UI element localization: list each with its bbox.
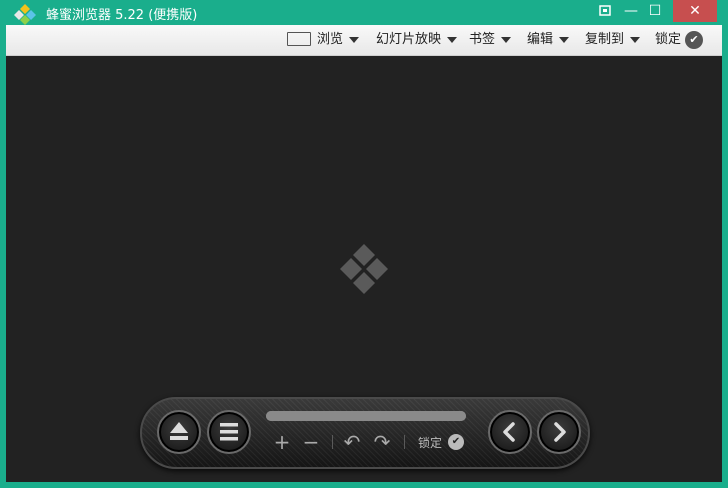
chevron-down-icon (559, 36, 570, 43)
progress-fill (266, 411, 466, 421)
fullscreen-icon (599, 5, 611, 16)
copy-to-menu-label: 复制到 (585, 32, 625, 47)
app-window: 蜂蜜浏览器 5.22 (便携版) — ☐ ✕ 浏览 幻灯片放映 书签 编辑 复制… (0, 0, 728, 488)
zoom-out-icon[interactable]: − (300, 431, 322, 453)
rotate-right-icon[interactable]: ↷ (371, 431, 393, 453)
chevron-down-icon (447, 36, 458, 43)
menu-button[interactable] (207, 410, 251, 454)
edit-menu-label: 编辑 (527, 32, 554, 47)
lock-toggle[interactable]: 锁定 (655, 25, 681, 55)
window-title: 蜂蜜浏览器 5.22 (便携版) (46, 8, 198, 23)
check-icon[interactable]: ✔ (448, 434, 464, 450)
toolbar: 浏览 幻灯片放映 书签 编辑 复制到 锁定 ✔ (6, 25, 722, 56)
previous-button[interactable] (488, 410, 532, 454)
maximize-button[interactable]: ☐ (644, 0, 666, 22)
progress-track[interactable] (266, 411, 466, 421)
bookmarks-menu[interactable]: 书签 (469, 25, 512, 55)
divider (332, 435, 333, 449)
zoom-in-icon[interactable]: + (271, 431, 293, 453)
browse-menu[interactable]: 浏览 (317, 25, 360, 55)
rotate-left-icon[interactable]: ↶ (341, 431, 363, 453)
divider (404, 435, 405, 449)
minimize-icon: — (624, 3, 638, 19)
edit-menu[interactable]: 编辑 (527, 25, 570, 55)
browse-menu-label: 浏览 (317, 32, 344, 47)
chevron-left-icon (503, 422, 515, 442)
close-icon: ✕ (689, 3, 701, 19)
bookmarks-menu-label: 书签 (469, 32, 496, 47)
app-logo-icon (14, 4, 36, 25)
chevron-right-icon (554, 422, 566, 442)
lock-label[interactable]: 锁定 (418, 434, 442, 451)
close-button[interactable]: ✕ (673, 0, 717, 22)
menu-icon (220, 423, 238, 441)
maximize-icon: ☐ (648, 3, 662, 19)
eject-button[interactable] (157, 410, 201, 454)
chevron-down-icon (501, 36, 512, 43)
lock-label: 锁定 (655, 32, 682, 47)
minimize-button[interactable]: — (620, 0, 642, 22)
browse-mode-icon[interactable] (287, 32, 311, 46)
image-viewer[interactable]: + − ↶ ↷ 锁定 ✔ (6, 56, 722, 482)
check-icon[interactable]: ✔ (685, 31, 703, 49)
copy-to-menu[interactable]: 复制到 (585, 25, 641, 55)
fullscreen-button[interactable] (594, 0, 616, 22)
slideshow-menu[interactable]: 幻灯片放映 (376, 25, 458, 55)
title-bar[interactable]: 蜂蜜浏览器 5.22 (便携版) — ☐ ✕ (0, 0, 728, 25)
playback-control-bar: + − ↶ ↷ 锁定 ✔ (140, 397, 590, 469)
placeholder-logo-icon (340, 244, 388, 294)
chevron-down-icon (630, 36, 641, 43)
eject-icon (170, 422, 188, 440)
next-button[interactable] (537, 410, 581, 454)
chevron-down-icon (349, 36, 360, 43)
slideshow-menu-label: 幻灯片放映 (376, 32, 442, 47)
